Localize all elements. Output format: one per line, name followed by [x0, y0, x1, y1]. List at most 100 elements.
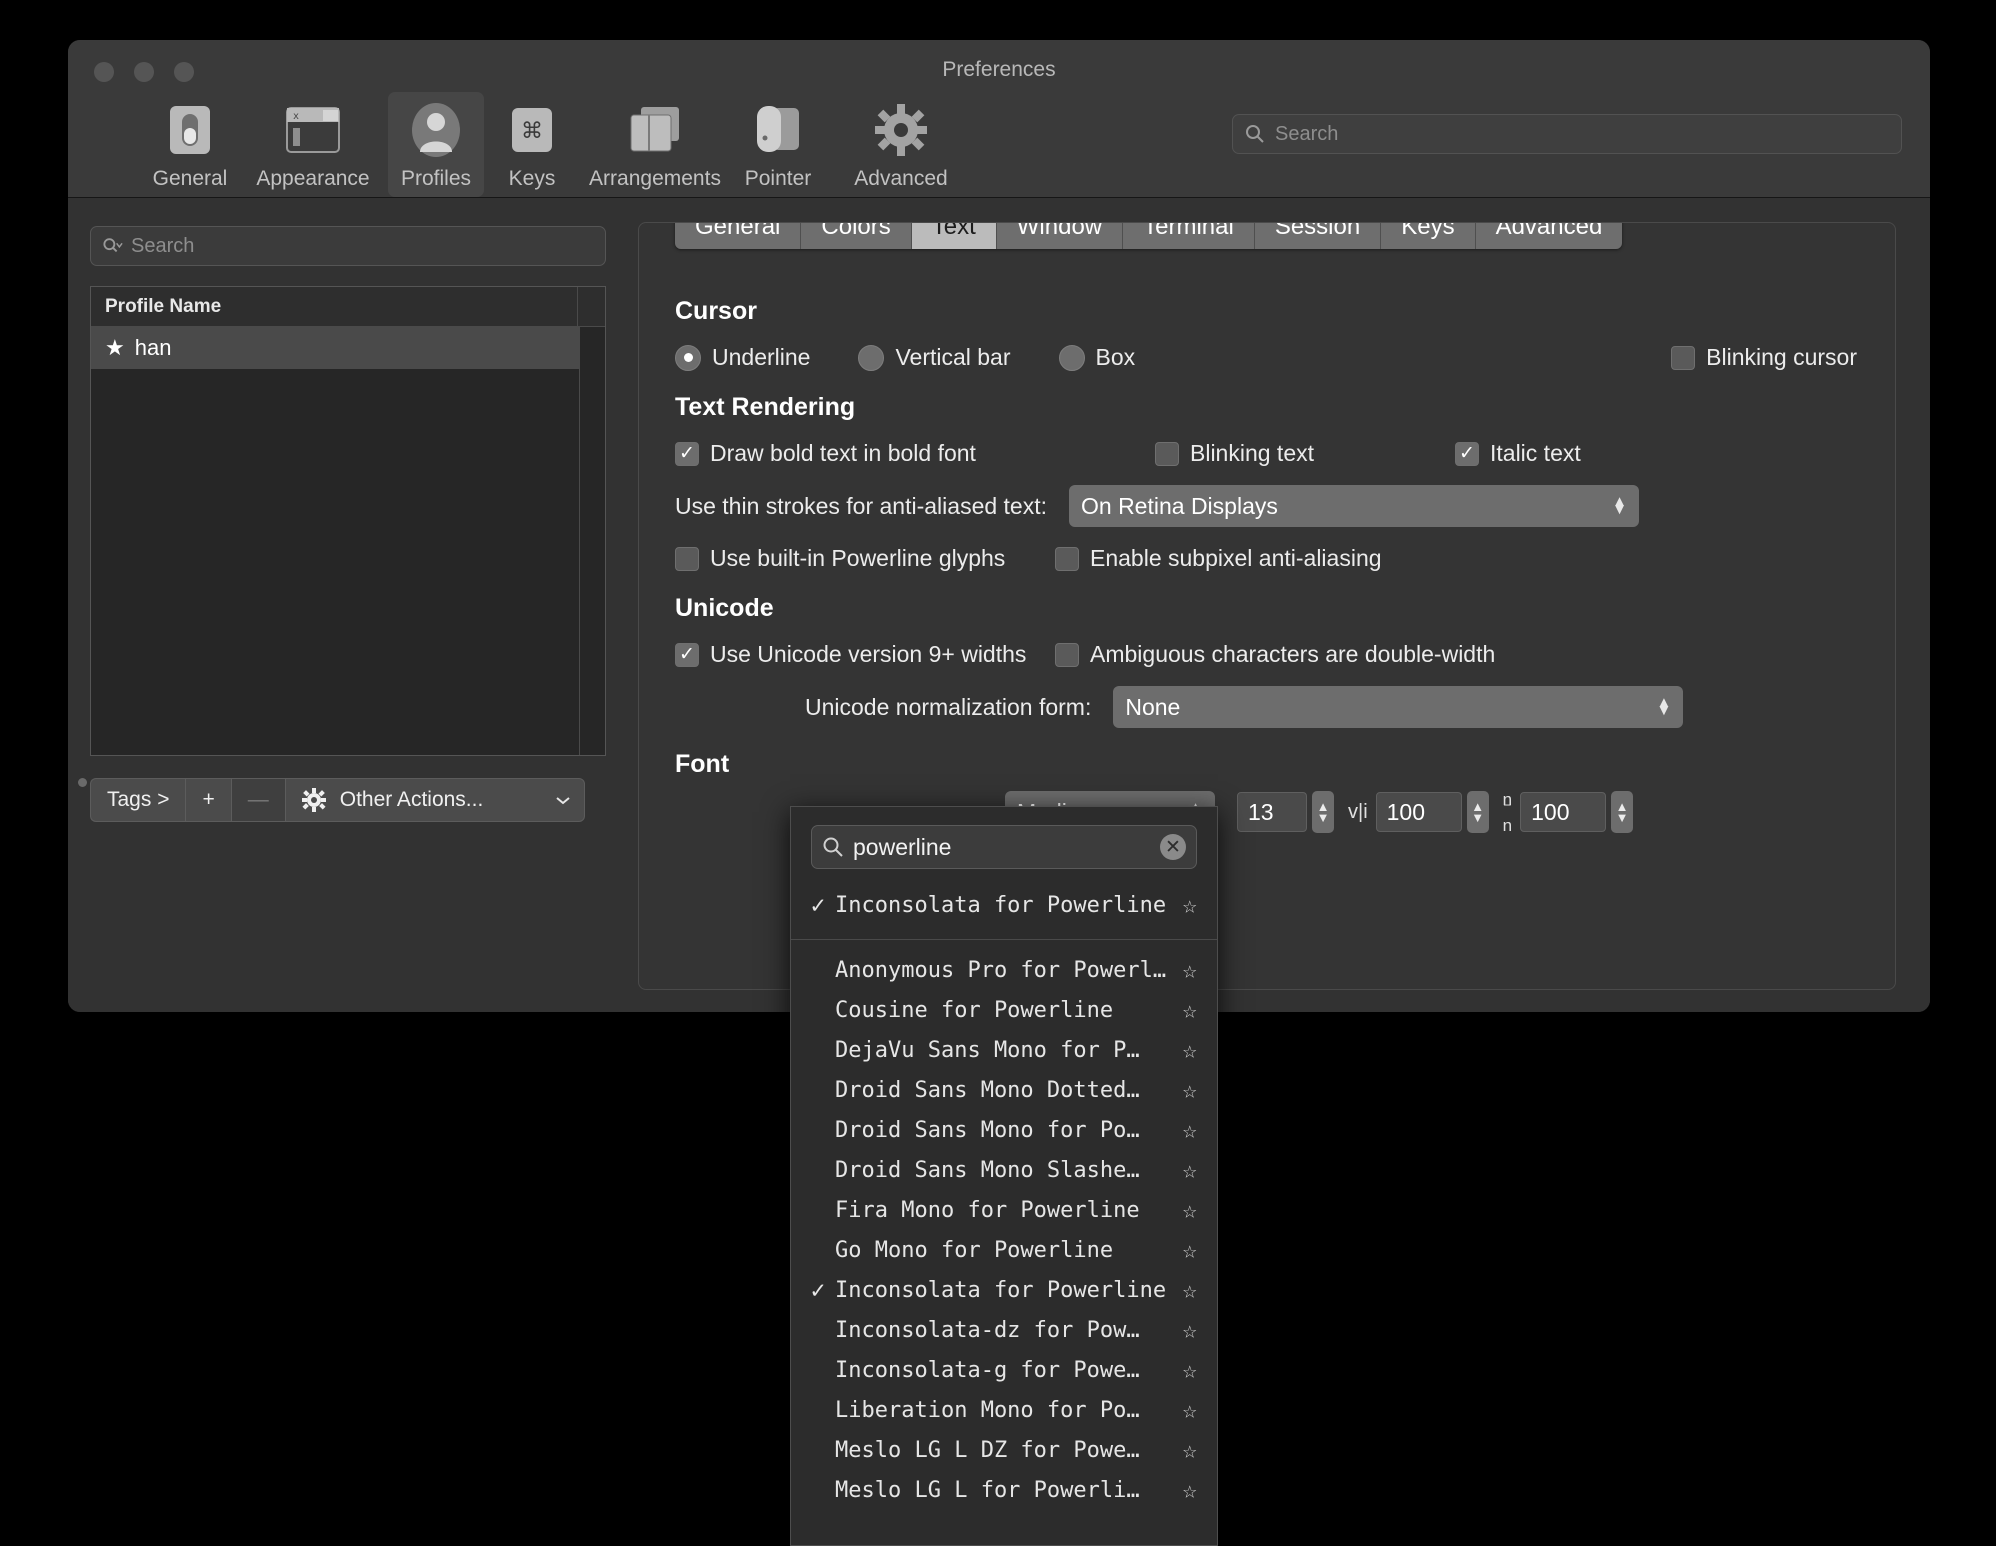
checkbox-unicode9-widths-control[interactable]: ✓	[675, 642, 699, 667]
gear-icon	[301, 788, 326, 812]
favorite-star-icon[interactable]: ☆	[1183, 1236, 1197, 1264]
toolbar-item-keys[interactable]: ⌘ Keys	[484, 92, 580, 197]
favorite-star-icon[interactable]: ☆	[1183, 996, 1197, 1024]
font-list[interactable]: Anonymous Pro for Powerl… ☆ Cousine for P…	[791, 940, 1217, 1510]
vertical-spacing-input[interactable]: 100	[1520, 792, 1607, 832]
toolbar-item-general[interactable]: General	[142, 92, 238, 197]
add-profile-button[interactable]: +	[185, 778, 231, 822]
checkbox-subpixel-aa[interactable]: ✓ Enable subpixel anti-aliasing	[1055, 545, 1382, 572]
font-size-stepper[interactable]: ▲ ▼	[1312, 791, 1334, 833]
checkbox-blinking-text[interactable]: ✓ Blinking text	[1155, 440, 1455, 467]
tab-terminal[interactable]: Terminal	[1123, 223, 1255, 249]
tab-session[interactable]: Session	[1254, 223, 1382, 249]
list-item[interactable]: Go Mono for Powerline ☆	[791, 1230, 1217, 1270]
favorite-star-icon[interactable]: ☆	[1183, 1076, 1197, 1104]
checkbox-unicode9-widths[interactable]: ✓ Use Unicode version 9+ widths	[675, 641, 1055, 668]
list-item[interactable]: Inconsolata-dz for Pow… ☆	[791, 1310, 1217, 1350]
radio-vertical-bar-control[interactable]	[858, 344, 885, 371]
toolbar-item-arrangements[interactable]: Arrangements	[580, 92, 730, 197]
keys-command-icon: ⌘	[504, 102, 560, 158]
favorite-star-icon[interactable]: ☆	[1183, 1356, 1197, 1384]
tags-button[interactable]: Tags >	[90, 778, 186, 822]
checkbox-powerline-glyphs[interactable]: ✓ Use built-in Powerline glyphs	[675, 545, 1055, 572]
pane-resize-handle[interactable]	[78, 778, 87, 787]
favorite-star-icon[interactable]: ☆	[1183, 1316, 1197, 1344]
table-row[interactable]: ★ han	[91, 327, 579, 369]
profiles-person-icon	[408, 102, 464, 158]
checkbox-ambiguous-double-width-control[interactable]: ✓	[1055, 642, 1079, 667]
list-item[interactable]: Droid Sans Mono Slashe… ☆	[791, 1150, 1217, 1190]
tab-colors[interactable]: Colors	[801, 223, 912, 249]
toolbar-label-appearance: Appearance	[256, 167, 370, 190]
list-item[interactable]: DejaVu Sans Mono for P… ☆	[791, 1030, 1217, 1070]
list-item[interactable]: Inconsolata-g for Powe… ☆	[791, 1350, 1217, 1390]
toolbar-item-profiles[interactable]: Profiles	[388, 92, 484, 197]
tab-window[interactable]: Window	[996, 223, 1124, 249]
checkbox-blinking-text-control[interactable]: ✓	[1155, 441, 1179, 466]
tab-keys[interactable]: Keys	[1381, 223, 1476, 249]
favorite-star-icon[interactable]: ☆	[1183, 1396, 1197, 1424]
checkbox-italic-text-label: Italic text	[1490, 440, 1581, 466]
list-item[interactable]: Fira Mono for Powerline ☆	[791, 1190, 1217, 1230]
other-actions-button[interactable]: Other Actions...	[284, 778, 585, 822]
font-selected-item[interactable]: ✓ Inconsolata for Powerline ☆	[791, 881, 1217, 929]
profiles-table-body: ★ han	[91, 327, 605, 755]
checkbox-italic-text-control[interactable]: ✓	[1455, 441, 1479, 466]
radio-underline[interactable]: Underline	[675, 344, 810, 371]
tab-advanced[interactable]: Advanced	[1475, 223, 1623, 249]
favorite-star-icon[interactable]: ☆	[1183, 891, 1197, 919]
checkbox-powerline-glyphs-control[interactable]: ✓	[675, 546, 699, 571]
toolbar-item-advanced[interactable]: Advanced	[826, 92, 976, 197]
font-name: DejaVu Sans Mono for P…	[835, 1037, 1140, 1063]
list-item[interactable]: Droid Sans Mono Dotted… ☆	[791, 1070, 1217, 1110]
favorite-star-icon[interactable]: ☆	[1183, 956, 1197, 984]
radio-box-control[interactable]	[1058, 344, 1085, 371]
font-search-field[interactable]: powerline ✕	[811, 825, 1197, 869]
favorite-star-icon[interactable]: ☆	[1183, 1116, 1197, 1144]
checkbox-blinking-text-label: Blinking text	[1190, 440, 1315, 466]
vertical-spacing-stepper[interactable]: ▲ ▼	[1611, 791, 1634, 833]
tab-general[interactable]: General	[675, 223, 802, 249]
radio-box[interactable]: Box	[1058, 344, 1135, 371]
tab-text[interactable]: Text	[911, 223, 997, 249]
favorite-star-icon[interactable]: ☆	[1183, 1436, 1197, 1464]
list-item[interactable]: Anonymous Pro for Powerl… ☆	[791, 950, 1217, 990]
toolbar-item-pointer[interactable]: Pointer	[730, 92, 826, 197]
list-item[interactable]: Cousine for Powerline ☆	[791, 990, 1217, 1030]
unicode-normalization-select[interactable]: None ▲ ▼	[1113, 686, 1684, 728]
list-item[interactable]: Liberation Mono for Po… ☆	[791, 1390, 1217, 1430]
favorite-star-icon[interactable]: ☆	[1183, 1196, 1197, 1224]
radio-vertical-bar[interactable]: Vertical bar	[858, 344, 1011, 371]
toolbar-label-general: General	[152, 167, 228, 190]
favorite-star-icon[interactable]: ☆	[1183, 1276, 1197, 1304]
checkbox-ambiguous-double-width[interactable]: ✓ Ambiguous characters are double-width	[1055, 641, 1495, 668]
profiles-scrollbar[interactable]	[579, 327, 605, 755]
checkbox-bold-font-control[interactable]: ✓	[675, 441, 699, 466]
list-item[interactable]: Droid Sans Mono for Po… ☆	[791, 1110, 1217, 1150]
list-item[interactable]: Meslo LG L for Powerli… ☆	[791, 1470, 1217, 1510]
checkbox-bold-font[interactable]: ✓ Draw bold text in bold font	[675, 440, 1155, 467]
profile-search-field[interactable]: Search	[90, 226, 606, 266]
checkbox-italic-text[interactable]: ✓ Italic text	[1455, 440, 1581, 467]
favorite-star-icon[interactable]: ☆	[1183, 1156, 1197, 1184]
list-item[interactable]: Meslo LG L DZ for Powe… ☆	[791, 1430, 1217, 1470]
favorite-star-icon[interactable]: ☆	[1183, 1036, 1197, 1064]
remove-profile-button[interactable]: —	[230, 778, 285, 822]
checkbox-blinking-cursor[interactable]: ✓ Blinking cursor	[1671, 344, 1857, 371]
checkbox-subpixel-aa-control[interactable]: ✓	[1055, 546, 1079, 571]
checkbox-blinking-cursor-control[interactable]: ✓	[1671, 345, 1696, 370]
radio-underline-control[interactable]	[675, 344, 701, 371]
font-name: Meslo LG L DZ for Powe…	[835, 1437, 1140, 1463]
horizontal-spacing-input[interactable]: 100	[1375, 792, 1462, 832]
thin-strokes-select[interactable]: On Retina Displays ▲ ▼	[1069, 485, 1639, 527]
chevron-down-icon	[556, 797, 570, 805]
clear-circle-icon[interactable]: ✕	[1160, 834, 1186, 860]
font-size-input[interactable]: 13	[1237, 792, 1307, 832]
list-item[interactable]: ✓ Inconsolata for Powerline ☆	[791, 1270, 1217, 1310]
favorite-star-icon[interactable]: ☆	[1183, 1476, 1197, 1504]
toolbar-item-appearance[interactable]: x Appearance	[238, 92, 388, 197]
font-selected-name: Inconsolata for Powerline	[835, 892, 1167, 918]
horizontal-spacing-stepper[interactable]: ▲ ▼	[1466, 791, 1489, 833]
preferences-search-field[interactable]: Search	[1232, 114, 1902, 154]
font-picker-popup: powerline ✕ ✓ Inconsolata for Powerline …	[790, 806, 1218, 1546]
